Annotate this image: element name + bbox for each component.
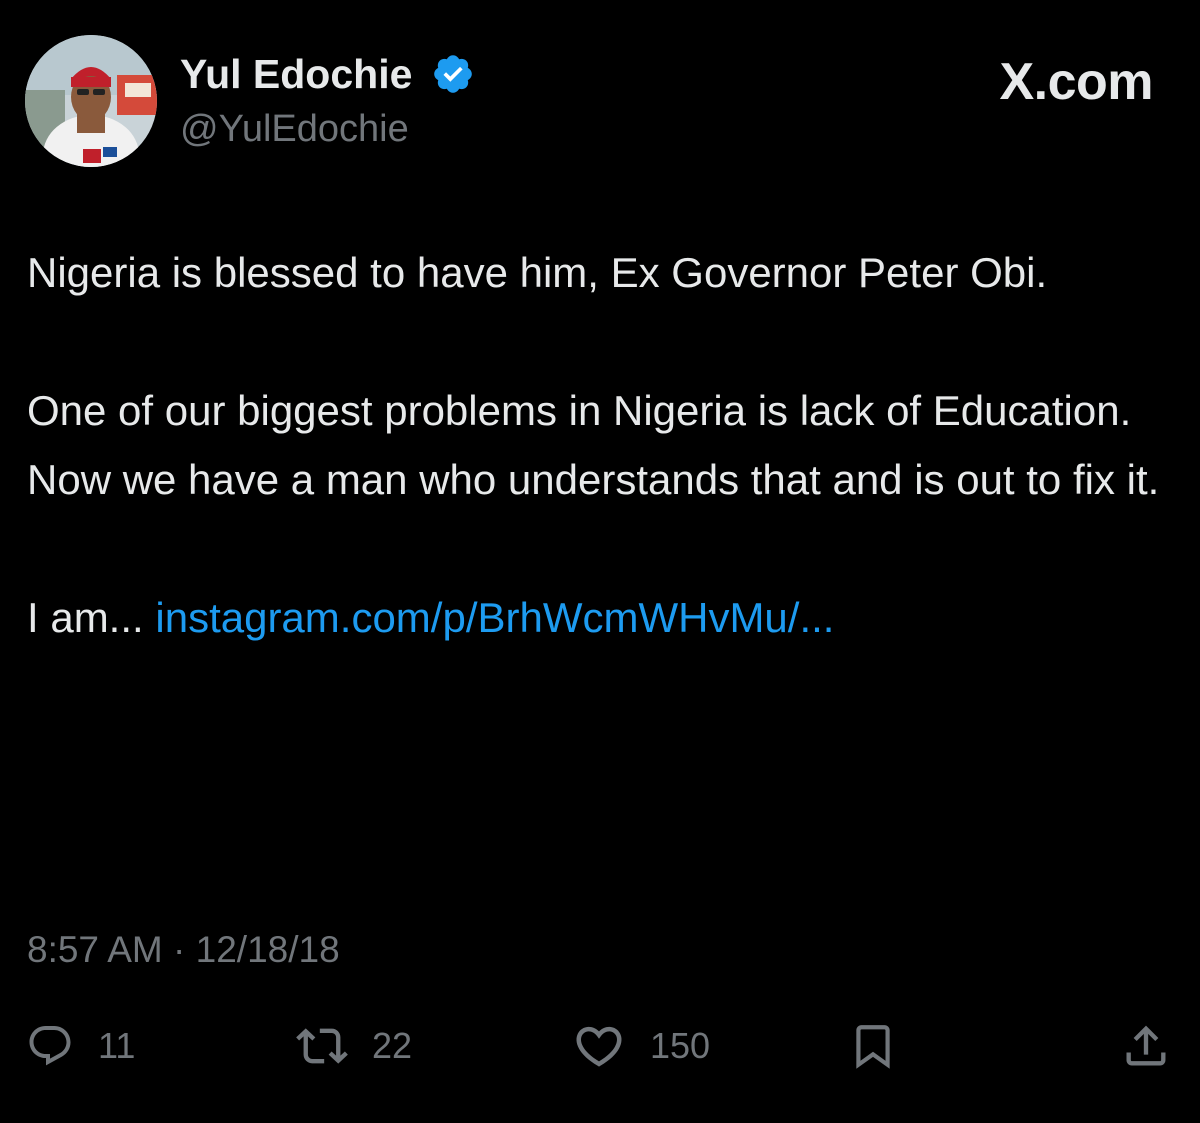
tweet-paragraph-link-line: I am... instagram.com/p/BrhWcmWHvMu/... — [27, 583, 1177, 652]
x-logo: X.com — [999, 53, 1153, 111]
heart-icon — [576, 1026, 622, 1067]
avatar[interactable] — [25, 35, 157, 167]
reply-icon — [29, 1026, 71, 1066]
share-button[interactable] — [1120, 1018, 1172, 1074]
retweet-icon — [296, 1028, 348, 1064]
like-button[interactable]: 150 — [572, 1018, 710, 1074]
tweet-paragraph: One of our biggest problems in Nigeria i… — [27, 387, 1132, 434]
verified-badge-icon — [431, 52, 475, 96]
reply-button[interactable]: 11 — [26, 1018, 135, 1074]
share-icon — [1126, 1025, 1166, 1066]
tweet-paragraph: Now we have a man who understands that a… — [27, 456, 1160, 503]
bookmark-icon — [856, 1025, 890, 1069]
bookmark-button[interactable] — [848, 1018, 898, 1074]
tweet-text-prefix: I am... — [27, 594, 144, 641]
tweet-timestamp[interactable]: 8:57 AM · 12/18/18 — [27, 922, 340, 978]
retweet-button[interactable]: 22 — [296, 1018, 412, 1074]
tweet-link[interactable]: instagram.com/p/BrhWcmWHvMu/... — [155, 594, 834, 641]
tweet-text: Nigeria is blessed to have him, Ex Gover… — [27, 238, 1177, 652]
tweet-paragraph: Nigeria is blessed to have him, Ex Gover… — [27, 249, 1048, 296]
retweet-count: 22 — [372, 1025, 413, 1066]
avatar-photo-icon — [25, 35, 157, 167]
author-display-name[interactable]: Yul Edochie — [180, 50, 412, 98]
like-count: 150 — [650, 1025, 711, 1066]
reply-count: 11 — [98, 1025, 136, 1066]
author-handle[interactable]: @YulEdochie — [180, 106, 409, 152]
